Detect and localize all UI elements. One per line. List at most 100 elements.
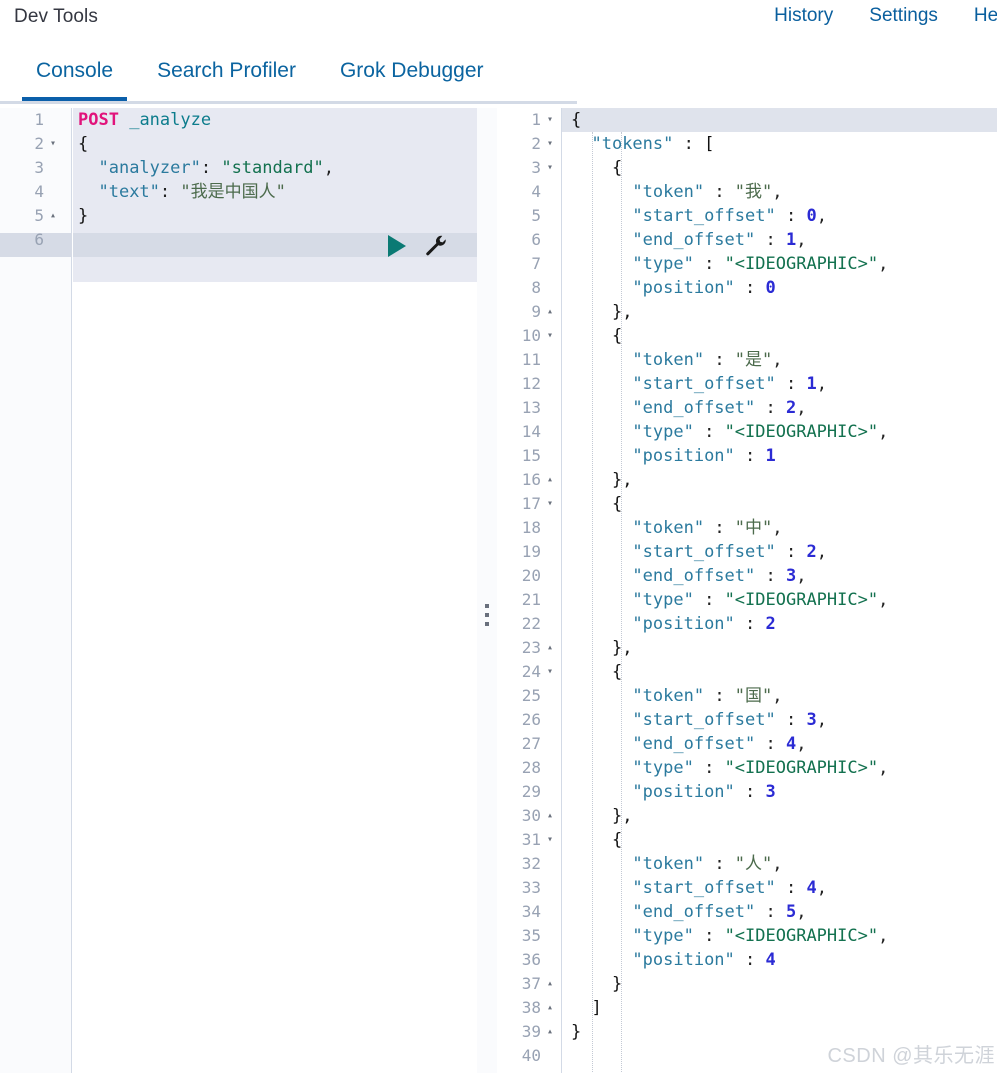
code-line[interactable]: 8 "position" : 0 [497, 276, 997, 300]
tab-search-profiler[interactable]: Search Profiler [135, 45, 318, 101]
code-line[interactable]: 38 ▴ ] [497, 996, 997, 1020]
fold-up-icon[interactable]: ▴ [547, 1020, 559, 1044]
code-line[interactable]: 14 "type" : "<IDEOGRAPHIC>", [497, 420, 997, 444]
code-line[interactable]: 4 "text": "我是中国人" [0, 180, 477, 204]
code-line[interactable]: 21 "type" : "<IDEOGRAPHIC>", [497, 588, 997, 612]
code-line[interactable]: 1 POST _analyze [0, 108, 477, 132]
code-token: : [755, 734, 786, 754]
code-line[interactable]: 18 "token" : "中", [497, 516, 997, 540]
request-code-lines[interactable]: 1 POST _analyze 2 ▾ {3 "analyzer": "standard… [0, 108, 477, 252]
line-number: 3 [531, 158, 541, 177]
fold-up-icon[interactable]: ▴ [547, 972, 559, 996]
pane-divider[interactable] [477, 108, 497, 1073]
code-line[interactable]: 2 ▾ "tokens" : [ [497, 132, 997, 156]
code-line[interactable]: 5 "start_offset" : 0, [497, 204, 997, 228]
fold-up-icon[interactable]: ▴ [50, 204, 62, 228]
tab-console[interactable]: Console [14, 45, 135, 101]
code-line[interactable]: 6 "end_offset" : 1, [497, 228, 997, 252]
line-number: 33 [521, 878, 541, 897]
code-line[interactable]: 17 ▾ { [497, 492, 997, 516]
code-line[interactable]: 2 ▾ { [0, 132, 477, 156]
code-line[interactable]: 20 "end_offset" : 3, [497, 564, 997, 588]
code-line[interactable]: 40 [497, 1044, 997, 1068]
code-line[interactable]: 9 ▴ }, [497, 300, 997, 324]
code-line[interactable]: 23 ▴ }, [497, 636, 997, 660]
fold-down-icon[interactable]: ▾ [547, 156, 559, 180]
code-line[interactable]: 24 ▾ { [497, 660, 997, 684]
code-line[interactable]: 16 ▴ }, [497, 468, 997, 492]
code-token: : [704, 518, 735, 538]
code-line[interactable]: 33 "start_offset" : 4, [497, 876, 997, 900]
fold-down-icon[interactable]: ▾ [547, 132, 559, 156]
code-line[interactable]: 15 "position" : 1 [497, 444, 997, 468]
code-line-text: "token" : "人", [571, 852, 782, 876]
nav-item-history[interactable]: History [774, 5, 833, 27]
code-line[interactable]: 19 "start_offset" : 2, [497, 540, 997, 564]
fold-up-icon[interactable]: ▴ [547, 300, 559, 324]
code-line[interactable]: 29 "position" : 3 [497, 780, 997, 804]
code-token: "end_offset" [632, 902, 756, 922]
request-editor-pane[interactable]: 1 POST _analyze 2 ▾ {3 "analyzer": "standard… [0, 108, 477, 1073]
code-line[interactable]: 7 "type" : "<IDEOGRAPHIC>", [497, 252, 997, 276]
code-line[interactable]: 3 "analyzer": "standard", [0, 156, 477, 180]
line-number: 5 [34, 206, 44, 225]
response-code-lines[interactable]: 1 ▾{2 ▾ "tokens" : [ 3 ▾ {4 "token" : "我", 5 … [497, 108, 997, 1068]
code-token: 2 [785, 398, 797, 418]
code-token: : [755, 398, 786, 418]
code-line-text: "start_offset" : 1, [571, 372, 827, 396]
play-icon[interactable] [388, 235, 406, 257]
code-line[interactable]: 37 ▴ } [497, 972, 997, 996]
fold-up-icon[interactable]: ▴ [547, 804, 559, 828]
code-token: }, [611, 302, 633, 322]
code-line[interactable]: 3 ▾ { [497, 156, 997, 180]
line-number: 23 [521, 638, 541, 657]
fold-down-icon[interactable]: ▾ [547, 660, 559, 684]
fold-down-icon[interactable]: ▾ [547, 108, 559, 132]
fold-down-icon[interactable]: ▾ [547, 828, 559, 852]
line-number: 20 [521, 566, 541, 585]
wrench-icon[interactable] [424, 234, 448, 258]
code-line[interactable]: 34 "end_offset" : 5, [497, 900, 997, 924]
code-line[interactable]: 32 "token" : "人", [497, 852, 997, 876]
fold-up-icon[interactable]: ▴ [547, 996, 559, 1020]
code-line-text: { [571, 660, 622, 684]
code-line[interactable]: 30 ▴ }, [497, 804, 997, 828]
fold-up-icon[interactable]: ▴ [547, 636, 559, 660]
code-line[interactable]: 27 "end_offset" : 4, [497, 732, 997, 756]
line-number: 26 [521, 710, 541, 729]
code-line[interactable]: 5 ▴} [0, 204, 477, 228]
code-line[interactable]: 1 ▾ { [497, 108, 997, 132]
code-token: : [734, 614, 766, 634]
fold-down-icon[interactable]: ▾ [547, 492, 559, 516]
code-line[interactable]: 31 ▾ { [497, 828, 997, 852]
code-line-text: "position" : 3 [571, 780, 775, 804]
fold-up-icon[interactable]: ▴ [547, 468, 559, 492]
divider-grip-icon[interactable] [485, 604, 489, 626]
tab-grok-debugger[interactable]: Grok Debugger [318, 45, 506, 101]
code-line[interactable]: 35 "type" : "<IDEOGRAPHIC>", [497, 924, 997, 948]
fold-down-icon[interactable]: ▾ [50, 132, 62, 156]
code-line[interactable]: 28 "type" : "<IDEOGRAPHIC>", [497, 756, 997, 780]
code-line[interactable]: 25 "token" : "国", [497, 684, 997, 708]
code-token: } [611, 974, 623, 994]
code-line[interactable]: 22 "position" : 2 [497, 612, 997, 636]
code-line[interactable]: 26 "start_offset" : 3, [497, 708, 997, 732]
nav-item-help[interactable]: Help [974, 5, 997, 27]
code-token: , [816, 878, 827, 898]
code-line[interactable]: 39 ▴} [497, 1020, 997, 1044]
code-token: "token" [632, 854, 705, 874]
code-line[interactable]: 4 "token" : "我", [497, 180, 997, 204]
code-line[interactable]: 36 "position" : 4 [497, 948, 997, 972]
code-line-text: "type" : "<IDEOGRAPHIC>", [571, 756, 888, 780]
response-viewer-pane[interactable]: 1 ▾{2 ▾ "tokens" : [ 3 ▾ {4 "token" : "我", 5 … [497, 108, 997, 1073]
code-line[interactable]: 10 ▾ { [497, 324, 997, 348]
line-number: 18 [521, 518, 541, 537]
fold-down-icon[interactable]: ▾ [547, 324, 559, 348]
nav-item-settings[interactable]: Settings [869, 5, 938, 27]
code-line[interactable]: 11 "token" : "是", [497, 348, 997, 372]
code-line[interactable]: 12 "start_offset" : 1, [497, 372, 997, 396]
code-line[interactable]: 13 "end_offset" : 2, [497, 396, 997, 420]
